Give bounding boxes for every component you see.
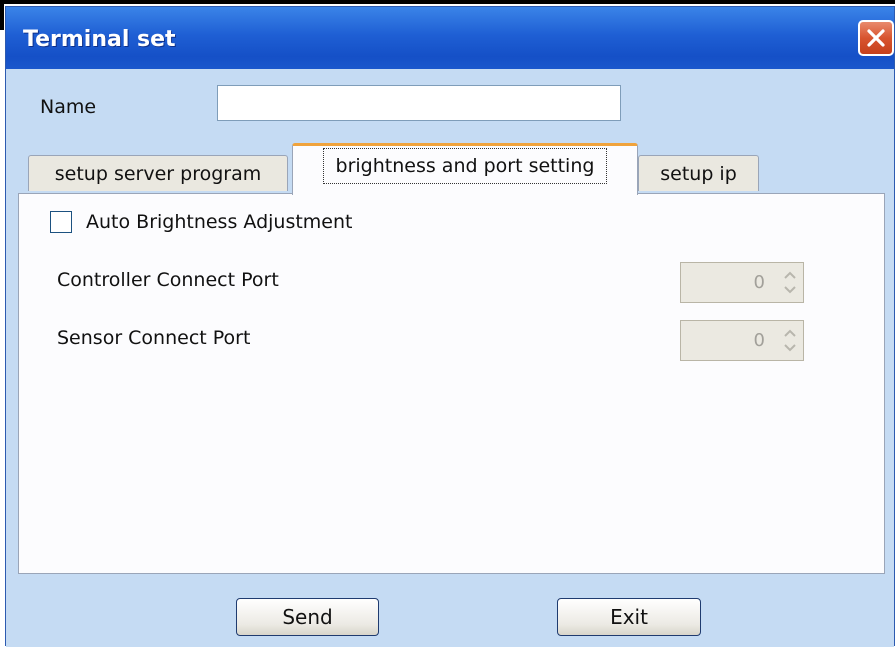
- auto-brightness-label[interactable]: Auto Brightness Adjustment: [86, 211, 352, 233]
- outer-border-left: [0, 0, 4, 30]
- close-icon: [866, 28, 886, 48]
- chevron-down-icon: [784, 286, 796, 294]
- sensor-port-spinner[interactable]: 0: [680, 320, 804, 361]
- sensor-port-value: 0: [753, 330, 765, 351]
- tab-panel: Auto Brightness Adjustment Controller Co…: [18, 193, 885, 574]
- window-title: Terminal set: [23, 27, 176, 52]
- tab-setup-server-program[interactable]: setup server program: [28, 155, 288, 191]
- dialog-body: Name setup server program brightness and…: [6, 69, 894, 647]
- name-label: Name: [40, 96, 97, 118]
- spinner-arrows[interactable]: [780, 266, 800, 299]
- send-button[interactable]: Send: [236, 598, 379, 636]
- controller-port-value: 0: [753, 272, 765, 293]
- terminal-set-dialog: Terminal set Name setup server program b…: [5, 6, 895, 647]
- tab-label: brightness and port setting: [322, 147, 608, 184]
- name-input[interactable]: [217, 85, 621, 121]
- tab-brightness-and-port-setting[interactable]: brightness and port setting: [292, 143, 638, 195]
- chevron-up-icon: [784, 271, 796, 279]
- close-button[interactable]: [858, 20, 894, 56]
- exit-button[interactable]: Exit: [557, 598, 701, 636]
- spinner-arrows[interactable]: [780, 324, 800, 357]
- auto-brightness-checkbox[interactable]: [50, 211, 72, 233]
- title-bar[interactable]: Terminal set: [6, 7, 894, 69]
- tab-label: setup server program: [54, 162, 262, 185]
- auto-brightness-row[interactable]: Auto Brightness Adjustment: [50, 211, 352, 233]
- chevron-up-icon: [784, 329, 796, 337]
- controller-port-label: Controller Connect Port: [57, 269, 279, 291]
- chevron-down-icon: [784, 344, 796, 352]
- sensor-port-label: Sensor Connect Port: [57, 327, 251, 349]
- outer-border-top: [0, 0, 895, 4]
- controller-port-spinner[interactable]: 0: [680, 262, 804, 303]
- tab-setup-ip[interactable]: setup ip: [638, 155, 759, 191]
- tab-label: setup ip: [660, 162, 737, 185]
